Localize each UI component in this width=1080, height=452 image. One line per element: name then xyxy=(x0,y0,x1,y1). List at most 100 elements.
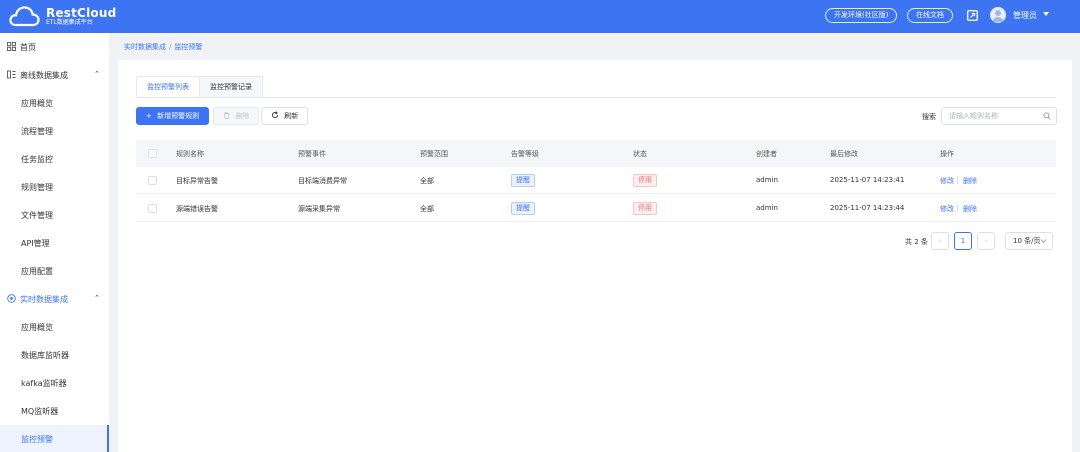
avatar[interactable] xyxy=(990,7,1006,23)
sidebar-item-label: 数据库监听器 xyxy=(21,351,69,360)
page-size-select[interactable]: 10 条/页 xyxy=(1005,232,1053,250)
creator: admin xyxy=(756,204,778,212)
sidebar-item-label: 应用概览 xyxy=(21,323,53,332)
sidebar-item-label: 实时数据集成 xyxy=(20,295,68,304)
delete-link[interactable]: 删除 xyxy=(963,176,977,186)
chevron-right-icon: › xyxy=(984,237,988,245)
alert-level-badge: 提醒 xyxy=(511,174,535,187)
column-header: 预警范围 xyxy=(420,150,448,158)
sidebar-item-db-listener[interactable]: 数据库监听器 xyxy=(0,341,109,369)
sidebar-item-label: 首页 xyxy=(20,43,36,52)
plus-icon: + xyxy=(146,112,152,120)
sidebar-item-label: 任务监控 xyxy=(21,155,53,164)
next-page-button[interactable]: › xyxy=(977,232,995,250)
sidebar-item-label: 流程管理 xyxy=(21,127,53,136)
top-header: RestCloud ETL数据集成平台 开发环境(社区版) 在线文档 管理员 xyxy=(0,0,1080,33)
row-checkbox[interactable] xyxy=(148,204,157,213)
tab-alert-list[interactable]: 监控预警列表 xyxy=(136,76,200,98)
home-grid-icon xyxy=(7,42,16,51)
page-size-value: 10 条/页 xyxy=(1013,237,1041,245)
sidebar-group-realtime[interactable]: 实时数据集成 ⌃ xyxy=(0,285,109,313)
add-rule-button[interactable]: + 新增预警规则 xyxy=(136,107,210,125)
env-button[interactable]: 开发环境(社区版) xyxy=(825,8,898,23)
search-icon[interactable] xyxy=(1043,112,1051,120)
action-divider xyxy=(957,176,958,184)
logo-subtitle: ETL数据集成平台 xyxy=(46,18,93,26)
sidebar-item-label: 离线数据集成 xyxy=(20,71,68,80)
tab-alert-records[interactable]: 监控预警记录 xyxy=(199,76,263,98)
breadcrumb: 实时数据集成 / 监控预警 xyxy=(124,42,202,52)
refresh-icon xyxy=(272,111,279,119)
sidebar-item-monitor-alert[interactable]: 监控预警 xyxy=(0,425,109,452)
status-badge: 停用 xyxy=(633,174,657,187)
trash-icon xyxy=(223,112,230,119)
open-external-icon[interactable] xyxy=(967,10,978,21)
refresh-label: 刷新 xyxy=(284,112,299,120)
delete-label: 删除 xyxy=(235,112,250,120)
delete-button[interactable]: 删除 xyxy=(213,107,260,125)
breadcrumb-item[interactable]: 实时数据集成 xyxy=(124,43,166,51)
chevron-up-icon: ⌃ xyxy=(94,294,100,302)
sidebar-item-api-management[interactable]: API管理 xyxy=(0,229,109,257)
rule-name: 目标异常告警 xyxy=(176,177,218,185)
add-rule-label: 新增预警规则 xyxy=(157,112,200,120)
cloud-logo-icon xyxy=(9,6,40,27)
user-avatar-icon xyxy=(992,10,1004,22)
table-header: 规则名称 预警事件 预警范围 告警等级 状态 创建者 最后修改 操作 xyxy=(136,140,1056,167)
table-row: 源端错误告警 源端采集异常 全部 提醒 停用 admin 2025-11-07 … xyxy=(136,195,1056,222)
alert-scope: 全部 xyxy=(420,205,434,213)
sidebar-item-mq-listener[interactable]: MQ监听器 xyxy=(0,397,109,425)
sidebar-item-label: 应用配置 xyxy=(21,267,53,276)
logo-title: RestCloud xyxy=(46,5,117,20)
prev-page-button[interactable]: ‹ xyxy=(931,232,949,250)
column-header: 最后修改 xyxy=(830,150,858,158)
delete-link[interactable]: 删除 xyxy=(963,204,977,214)
last-modified: 2025-11-07 14:23:41 xyxy=(830,176,905,184)
row-checkbox[interactable] xyxy=(148,176,157,185)
alert-scope: 全部 xyxy=(420,177,434,185)
pagination-total: 共 2 条 xyxy=(905,238,928,246)
action-divider xyxy=(957,204,958,212)
search-input[interactable] xyxy=(941,107,1057,125)
sidebar-item-rule-management[interactable]: 规则管理 xyxy=(0,173,109,201)
sidebar-item-label: 规则管理 xyxy=(21,183,53,192)
table-row: 目标异常告警 目标端消费异常 全部 提醒 停用 admin 2025-11-07… xyxy=(136,167,1056,194)
chevron-up-icon: ⌃ xyxy=(94,70,100,78)
sidebar-item-realtime-overview[interactable]: 应用概览 xyxy=(0,313,109,341)
edit-link[interactable]: 修改 xyxy=(940,176,954,186)
page-number-button[interactable]: 1 xyxy=(954,232,972,250)
sidebar-item-offline-overview[interactable]: 应用概览 xyxy=(0,89,109,117)
caret-down-icon[interactable] xyxy=(1043,12,1049,16)
sidebar-group-offline[interactable]: 离线数据集成 ⌃ xyxy=(0,61,109,89)
content-panel: 监控预警列表 监控预警记录 + 新增预警规则 删除 刷新 搜索 规则名称 预警事… xyxy=(118,60,1072,452)
edit-link[interactable]: 修改 xyxy=(940,204,954,214)
offline-integration-icon xyxy=(7,70,16,79)
sidebar: 首页 离线数据集成 ⌃ 应用概览 流程管理 任务监控 规则管理 文件管理 API… xyxy=(0,33,109,452)
breadcrumb-current: 监控预警 xyxy=(174,43,203,51)
sidebar-item-file-management[interactable]: 文件管理 xyxy=(0,201,109,229)
column-header: 告警等级 xyxy=(511,150,539,158)
breadcrumb-separator: / xyxy=(169,43,172,51)
column-header: 操作 xyxy=(940,150,954,158)
sidebar-item-app-config[interactable]: 应用配置 xyxy=(0,257,109,285)
status-badge: 停用 xyxy=(633,202,657,215)
refresh-button[interactable]: 刷新 xyxy=(261,107,309,125)
sidebar-item-flow-management[interactable]: 流程管理 xyxy=(0,117,109,145)
tab-bar: 监控预警列表 监控预警记录 xyxy=(136,76,263,98)
sidebar-item-label: 文件管理 xyxy=(21,211,53,220)
chevron-down-icon xyxy=(1040,239,1047,243)
sidebar-item-task-monitor[interactable]: 任务监控 xyxy=(0,145,109,173)
sidebar-item-home[interactable]: 首页 xyxy=(0,33,109,61)
creator: admin xyxy=(756,176,778,184)
alert-event: 源端采集异常 xyxy=(298,205,340,213)
sidebar-item-kafka-listener[interactable]: kafka监听器 xyxy=(0,369,109,397)
sidebar-item-label: kafka监听器 xyxy=(21,379,67,388)
logo[interactable]: RestCloud ETL数据集成平台 xyxy=(8,4,116,28)
select-all-checkbox[interactable] xyxy=(148,149,157,158)
docs-button[interactable]: 在线文档 xyxy=(907,8,953,23)
user-name[interactable]: 管理员 xyxy=(1013,10,1037,21)
alert-event: 目标端消费异常 xyxy=(298,177,347,185)
rule-name: 源端错误告警 xyxy=(176,205,218,213)
sidebar-item-label: API管理 xyxy=(21,239,50,248)
sidebar-item-label: 监控预警 xyxy=(21,435,53,444)
